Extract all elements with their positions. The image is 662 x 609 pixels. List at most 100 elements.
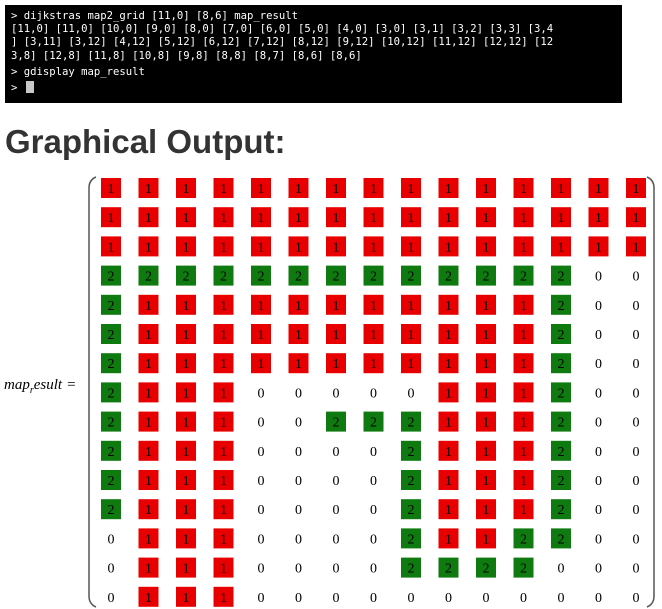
matrix-cell: 1 — [295, 211, 302, 226]
matrix-cell: 2 — [408, 532, 415, 547]
matrix-cell: 1 — [633, 182, 640, 197]
matrix-cell: 1 — [145, 562, 152, 577]
matrix-cell: 0 — [370, 562, 377, 577]
matrix-cell: 1 — [595, 211, 602, 226]
left-bracket — [88, 176, 97, 608]
matrix-cell: 0 — [633, 562, 640, 577]
matrix-cell: 0 — [595, 445, 602, 460]
matrix-cell: 0 — [595, 357, 602, 372]
matrix-cell: 0 — [633, 416, 640, 431]
matrix-cell: 1 — [183, 591, 190, 606]
matrix-cell: 2 — [520, 532, 527, 547]
matrix-cell: 1 — [520, 299, 527, 314]
matrix-cell: 0 — [333, 532, 340, 547]
matrix-cell: 1 — [220, 182, 227, 197]
matrix-cell: 2 — [108, 270, 115, 285]
matrix-cell: 2 — [108, 503, 115, 518]
matrix-cell: 2 — [108, 386, 115, 401]
matrix-cell: 1 — [445, 240, 452, 255]
matrix-cell: 2 — [483, 562, 490, 577]
matrix-cell: 1 — [220, 532, 227, 547]
matrix-cell: 0 — [633, 328, 640, 343]
matrix-cell: 0 — [108, 532, 115, 547]
matrix-cell: 2 — [370, 416, 377, 431]
matrix-cell: 1 — [145, 474, 152, 489]
matrix-cell: 0 — [595, 416, 602, 431]
matrix-cell: 2 — [108, 416, 115, 431]
matrix-cell: 1 — [558, 240, 565, 255]
matrix-cell: 0 — [258, 562, 265, 577]
matrix-cell: 2 — [558, 503, 565, 518]
matrix-cell: 1 — [520, 474, 527, 489]
matrix-cell: 0 — [595, 386, 602, 401]
matrix-cell: 1 — [483, 328, 490, 343]
matrix-cell: 0 — [633, 445, 640, 460]
matrix-cell: 1 — [295, 357, 302, 372]
matrix-cell: 2 — [333, 416, 340, 431]
matrix-cell: 1 — [145, 416, 152, 431]
matrix-cell: 0 — [258, 445, 265, 460]
matrix-cell: 1 — [520, 503, 527, 518]
result-matrix: 1 1 1 1 1 1 1 1 1 1 1 1 1 1 1 1 1 1 1 1 1 1 1 1 1 1 1 1 1 1 1 1 1 1 1 1 1 1 1 1… — [88, 176, 655, 608]
matrix-cell: 1 — [483, 357, 490, 372]
matrix-cell: 2 — [445, 562, 452, 577]
matrix-cell: 1 — [145, 532, 152, 547]
matrix-cell: 2 — [408, 474, 415, 489]
matrix-cell: 1 — [408, 357, 415, 372]
matrix-cell: 0 — [295, 386, 302, 401]
matrix-cell: 1 — [445, 416, 452, 431]
matrix-cell: 1 — [445, 445, 452, 460]
matrix-cell: 1 — [558, 182, 565, 197]
matrix-cell: 0 — [633, 591, 640, 606]
matrix-cell: 0 — [370, 445, 377, 460]
matrix-cell: 1 — [183, 240, 190, 255]
matrix-cell: 1 — [483, 211, 490, 226]
matrix-cell: 1 — [445, 474, 452, 489]
matrix-cell: 1 — [220, 416, 227, 431]
matrix-cell: 1 — [370, 182, 377, 197]
matrix-cell: 1 — [520, 445, 527, 460]
matrix-cell: 1 — [220, 357, 227, 372]
matrix-cell: 1 — [258, 182, 265, 197]
matrix-cell: 0 — [595, 328, 602, 343]
matrix-cell: 1 — [220, 503, 227, 518]
matrix-cell: 1 — [295, 328, 302, 343]
matrix-cell: 2 — [520, 270, 527, 285]
matrix-cell: 1 — [258, 328, 265, 343]
matrix-cell: 2 — [408, 503, 415, 518]
matrix-cell: 1 — [258, 240, 265, 255]
matrix-cell: 1 — [520, 416, 527, 431]
matrix-cell: 2 — [558, 416, 565, 431]
matrix-cell: 2 — [220, 270, 227, 285]
matrix-cell: 1 — [183, 416, 190, 431]
matrix-cell: 0 — [558, 591, 565, 606]
matrix-cell: 1 — [145, 240, 152, 255]
matrix-cell: 1 — [220, 562, 227, 577]
matrix-cell: 0 — [295, 532, 302, 547]
matrix-cell: 2 — [258, 270, 265, 285]
matrix-cell: 0 — [333, 474, 340, 489]
matrix-cell: 1 — [520, 328, 527, 343]
matrix-cell: 2 — [558, 445, 565, 460]
matrix-cell: 1 — [183, 357, 190, 372]
matrix-cell: 0 — [370, 503, 377, 518]
matrix-cell: 0 — [258, 474, 265, 489]
matrix-cell: 0 — [595, 299, 602, 314]
matrix-cell: 1 — [520, 211, 527, 226]
matrix-cell: 1 — [183, 503, 190, 518]
matrix-cell: 2 — [295, 270, 302, 285]
matrix-cell: 1 — [445, 503, 452, 518]
matrix-cell: 2 — [145, 270, 152, 285]
matrix-cell: 2 — [183, 270, 190, 285]
matrix-cell: 2 — [558, 474, 565, 489]
matrix-cell: 1 — [295, 299, 302, 314]
matrix-cell: 2 — [558, 270, 565, 285]
matrix-cell: 0 — [595, 503, 602, 518]
matrix-cell: 1 — [483, 182, 490, 197]
matrix-cell: 1 — [483, 503, 490, 518]
matrix-cell: 1 — [445, 532, 452, 547]
matrix-cell: 1 — [445, 182, 452, 197]
matrix-cell: 2 — [408, 445, 415, 460]
matrix-cell: 0 — [295, 445, 302, 460]
matrix-cell: 0 — [633, 503, 640, 518]
